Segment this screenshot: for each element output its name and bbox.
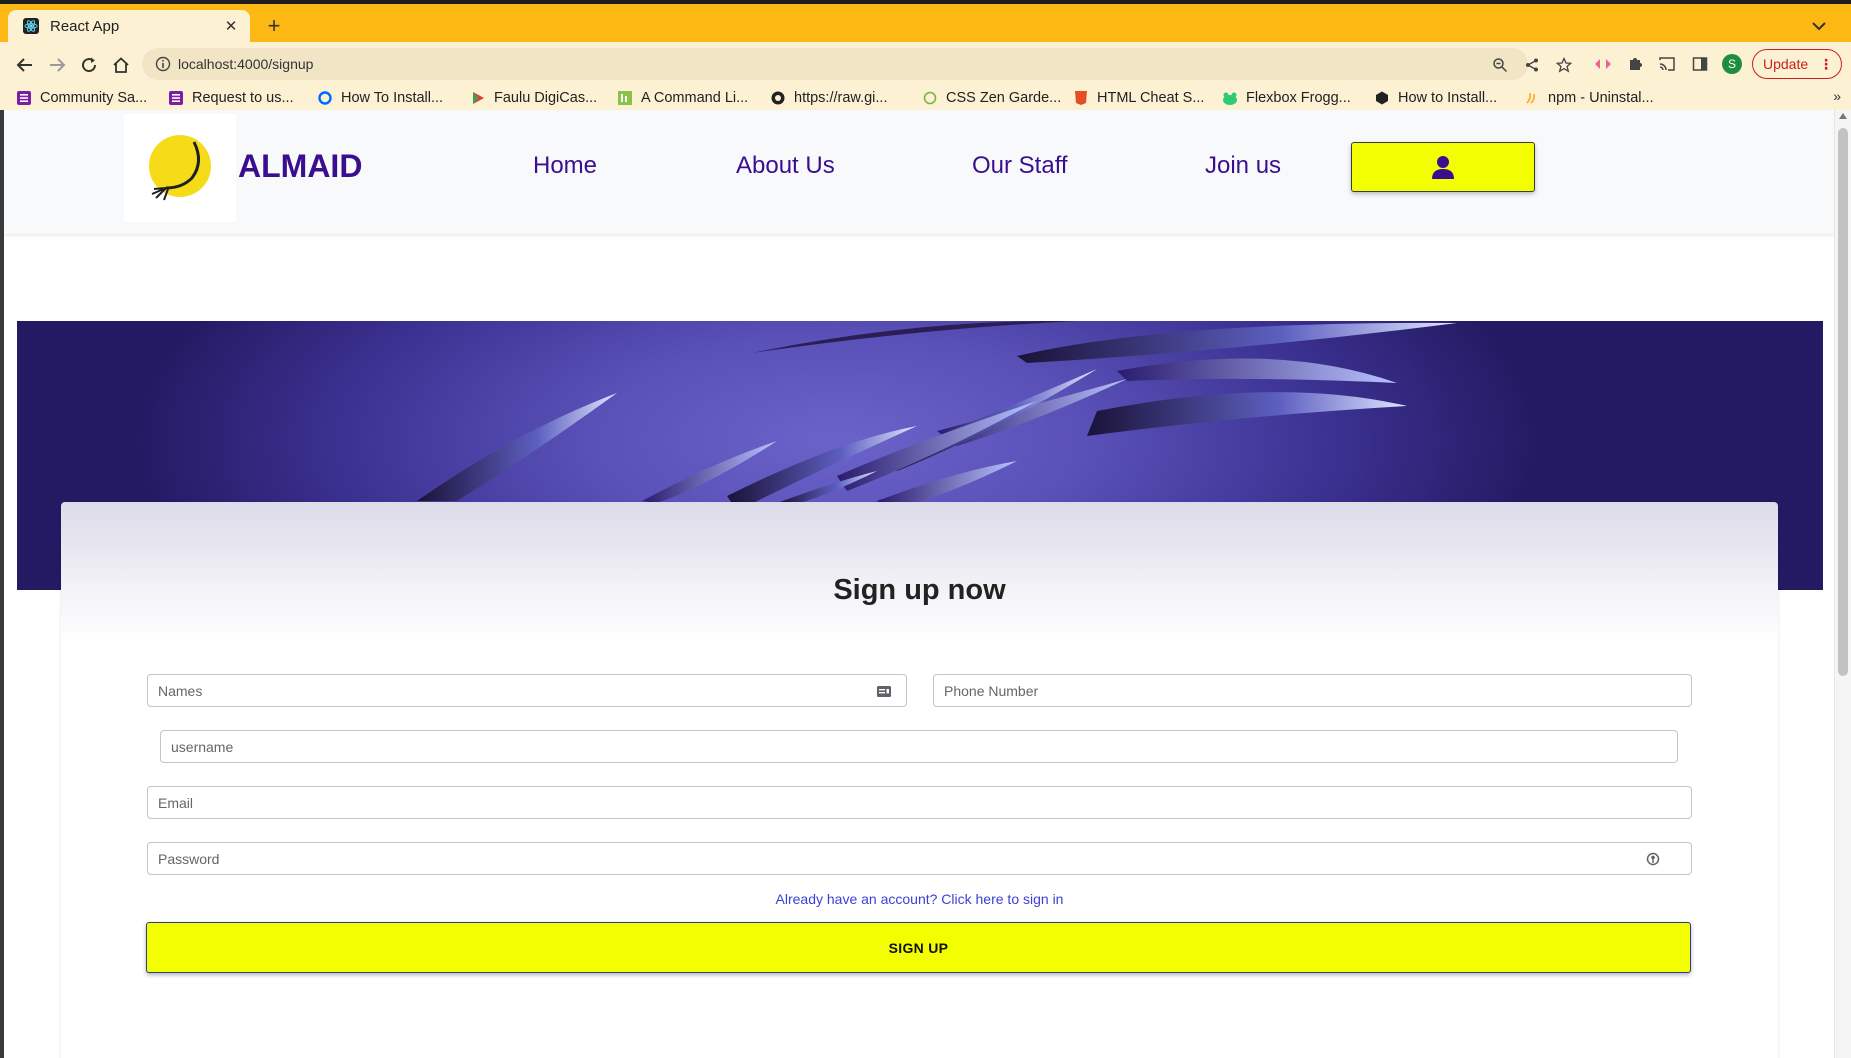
site-logo[interactable] (124, 114, 236, 222)
bookmark-item[interactable]: Flexbox Frogg... (1222, 88, 1351, 108)
bookmarks-bar: Community Sa... Request to us... How To … (0, 86, 1851, 110)
contact-card-icon[interactable] (876, 683, 892, 699)
bookmark-item[interactable]: Request to us... (168, 88, 294, 108)
npm-icon (1524, 90, 1540, 106)
home-icon[interactable] (108, 52, 134, 78)
username-input[interactable] (161, 731, 1677, 762)
brand-name[interactable]: ALMAID (238, 148, 362, 185)
cast-icon[interactable] (1656, 53, 1678, 75)
bookmark-item[interactable]: Community Sa... (16, 88, 147, 108)
tab-bar: React App ✕ + (0, 4, 1851, 42)
play-store-icon (470, 90, 486, 106)
hex-icon (1374, 90, 1390, 106)
bookmark-label: A Command Li... (641, 90, 749, 106)
forms-icon (168, 90, 184, 106)
react-favicon-icon (22, 17, 40, 35)
lh-icon (617, 90, 633, 106)
form-title: Sign up now (833, 574, 1006, 606)
bookmark-item[interactable]: HTML Cheat S... (1073, 88, 1204, 108)
page-scrollbar[interactable] (1834, 110, 1851, 1058)
bookmark-label: Community Sa... (40, 90, 148, 106)
bookmark-item[interactable]: Faulu DigiCas... (470, 88, 597, 108)
profile-avatar[interactable]: S (1722, 54, 1742, 74)
bookmark-item[interactable]: How to Install... (1374, 88, 1497, 108)
logo-moon-icon (149, 135, 211, 201)
username-field[interactable] (160, 730, 1678, 763)
bookmark-label: How To Install... (341, 90, 444, 106)
bookmark-item[interactable]: npm - Uninstal... (1524, 88, 1654, 108)
new-tab-icon[interactable]: + (262, 13, 286, 38)
bookmark-label: How to Install... (1398, 90, 1498, 106)
names-input[interactable] (148, 675, 906, 706)
frog-icon (1222, 90, 1238, 106)
bookmark-label: Faulu DigiCas... (494, 90, 598, 106)
extension-arrows-icon[interactable] (1592, 53, 1614, 75)
github-icon (770, 90, 786, 106)
email-input[interactable] (148, 787, 1691, 818)
url-text: localhost:4000/signup (178, 56, 314, 72)
site-info-icon[interactable] (154, 55, 172, 73)
nav-our-staff[interactable]: Our Staff (972, 152, 1068, 180)
bookmark-star-icon[interactable] (1554, 55, 1574, 75)
bookmark-item[interactable]: A Command Li... (617, 88, 748, 108)
scroll-up-arrow-icon[interactable] (1839, 113, 1847, 119)
site-header: ALMAID Home About Us Our Staff Join us (4, 110, 1835, 234)
page-viewport: ALMAID Home About Us Our Staff Join us S… (0, 110, 1851, 1058)
nav-about-us[interactable]: About Us (736, 152, 835, 180)
scroll-thumb[interactable] (1838, 128, 1848, 676)
names-field[interactable] (147, 674, 907, 707)
browser-toolbar: localhost:4000/signup S Update ⋮ (0, 42, 1851, 86)
browser-tab[interactable]: React App ✕ (8, 10, 250, 42)
window-left-edge (0, 110, 4, 1058)
bookmark-label: npm - Uninstal... (1548, 90, 1654, 106)
email-field[interactable] (147, 786, 1692, 819)
side-panel-icon[interactable] (1689, 53, 1711, 75)
zoom-icon[interactable] (1490, 55, 1510, 75)
bookmark-item[interactable]: CSS Zen Garde... (922, 88, 1061, 108)
tab-search-chevron-icon[interactable] (1807, 14, 1831, 38)
bookmark-label: Request to us... (192, 90, 294, 106)
bookmark-label: CSS Zen Garde... (946, 90, 1062, 106)
signup-card: Sign up now Already have an account? Cli… (61, 502, 1778, 1058)
update-button[interactable]: Update ⋮ (1752, 49, 1842, 79)
forward-arrow-icon[interactable] (44, 52, 70, 78)
html5-icon (1073, 90, 1089, 106)
password-field[interactable] (147, 842, 1692, 875)
bookmark-item[interactable]: How To Install... (317, 88, 443, 108)
bookmark-label: Flexbox Frogg... (1246, 90, 1351, 106)
user-icon (1432, 156, 1454, 179)
signup-button[interactable]: SIGN UP (146, 922, 1691, 973)
kebab-menu-icon[interactable]: ⋮ (1819, 56, 1833, 73)
close-tab-icon[interactable]: ✕ (220, 15, 242, 37)
nav-join-us[interactable]: Join us (1205, 152, 1281, 180)
extensions-puzzle-icon[interactable] (1624, 53, 1646, 75)
share-icon[interactable] (1522, 55, 1542, 75)
signin-link[interactable]: Already have an account? Click here to s… (61, 891, 1778, 907)
update-label: Update (1763, 56, 1809, 72)
reload-icon[interactable] (76, 52, 102, 78)
phone-input[interactable] (934, 675, 1691, 706)
zen-icon (922, 90, 938, 106)
back-arrow-icon[interactable] (12, 52, 38, 78)
account-button[interactable] (1351, 142, 1535, 192)
forms-icon (16, 90, 32, 106)
nav-home[interactable]: Home (533, 152, 597, 180)
more-bookmarks-icon[interactable]: » (1833, 88, 1841, 104)
password-key-icon[interactable] (1645, 851, 1661, 867)
address-bar[interactable]: localhost:4000/signup (142, 48, 1572, 80)
bookmark-item[interactable]: https://raw.gi... (770, 88, 888, 108)
phone-field[interactable] (933, 674, 1692, 707)
bookmark-label: https://raw.gi... (794, 90, 888, 106)
bookmark-label: HTML Cheat S... (1097, 90, 1205, 106)
password-input[interactable] (148, 843, 1691, 874)
digitalocean-icon (317, 90, 333, 106)
tab-title: React App (50, 17, 120, 35)
